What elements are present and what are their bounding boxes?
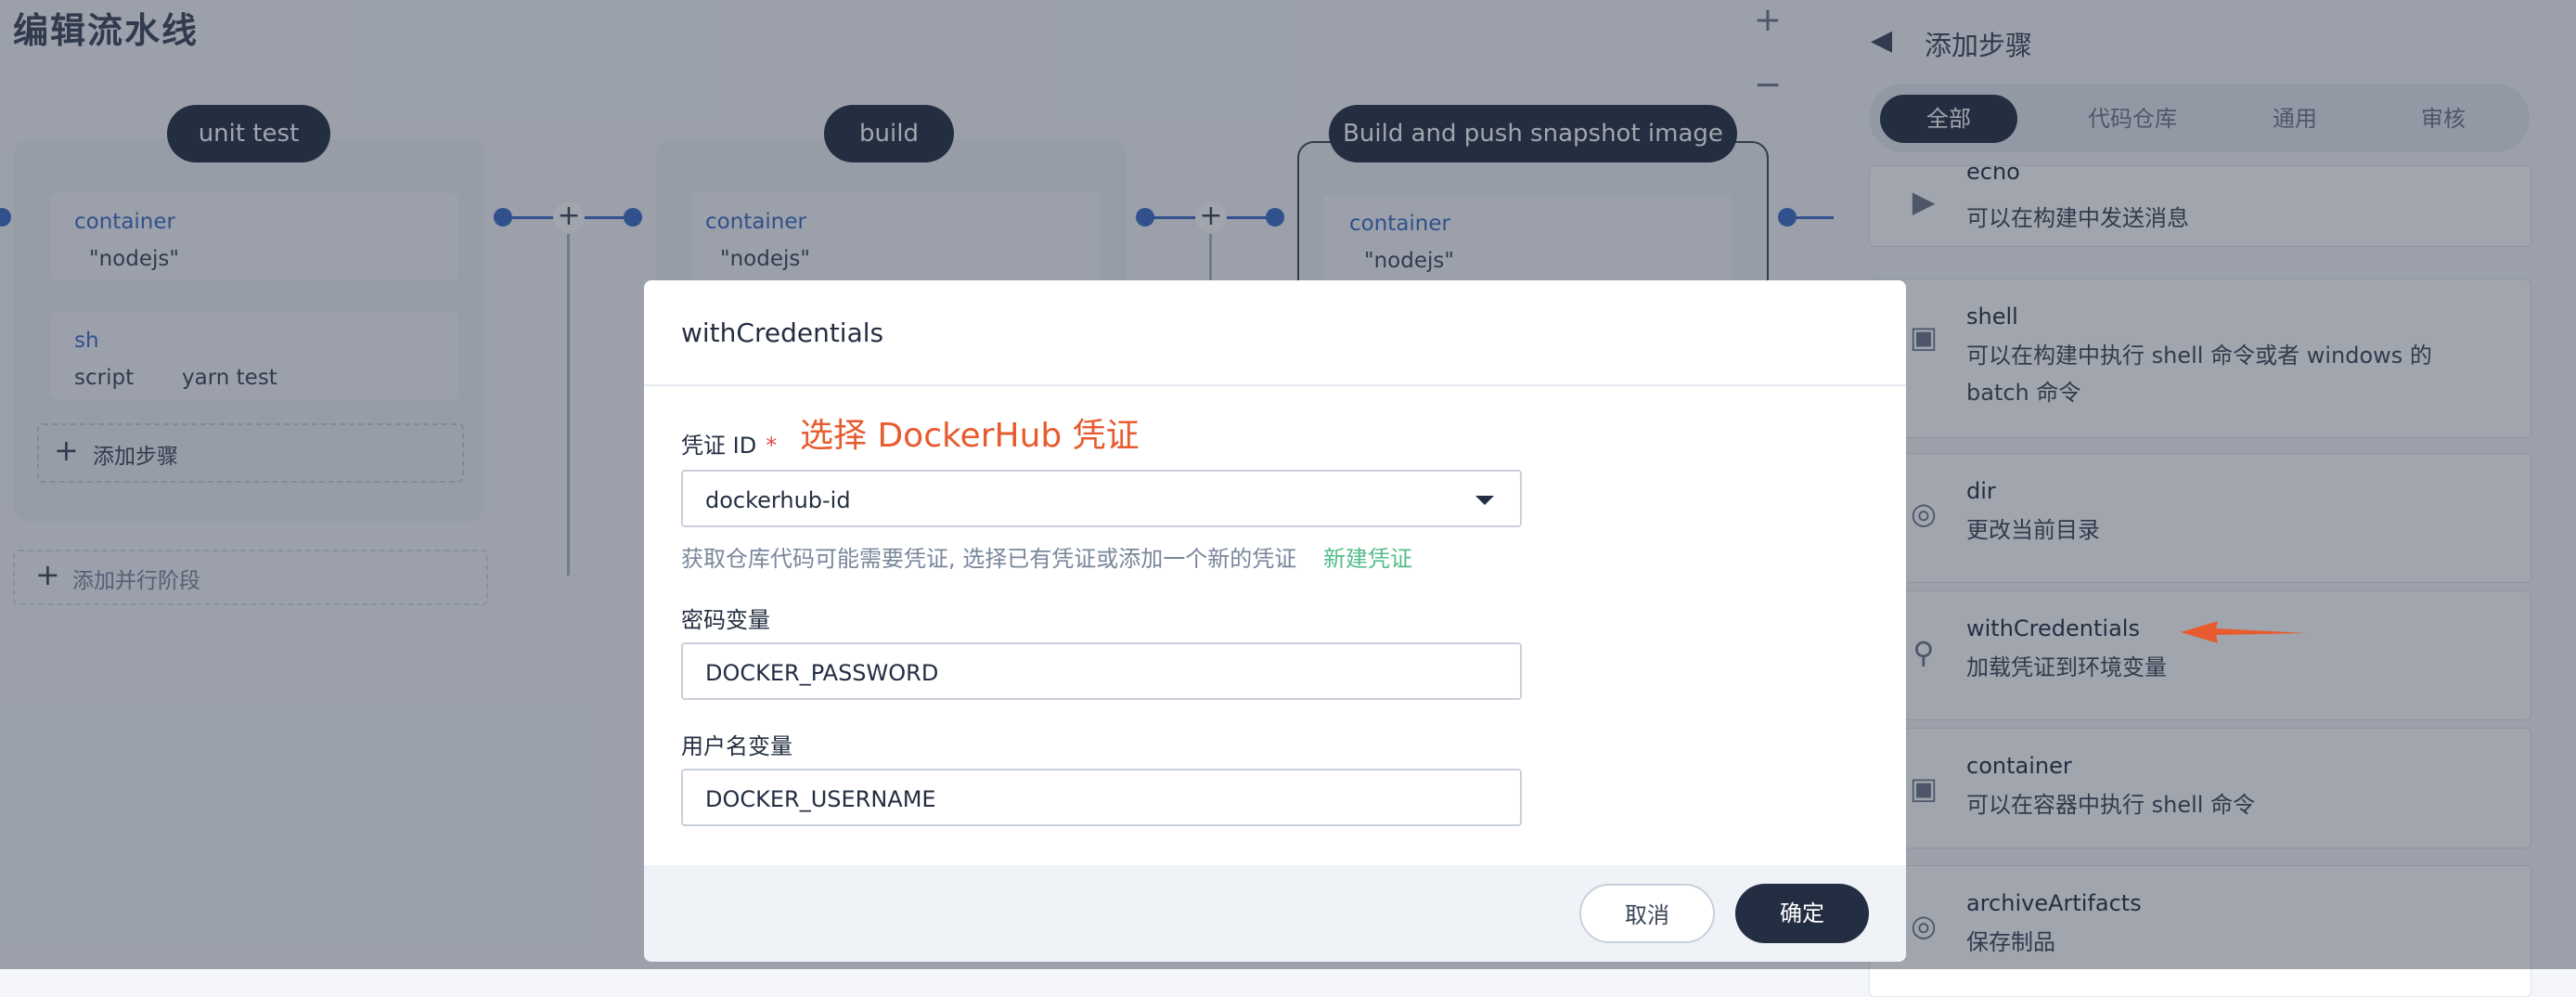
username-variable-input[interactable]: DOCKER_USERNAME [681,769,1522,826]
annotation-text: 选择 DockerHub 凭证 [800,417,1140,455]
with-credentials-dialog: withCredentials 凭证 ID * 选择 DockerHub 凭证 d… [644,280,1906,962]
chevron-down-icon [1475,496,1494,505]
confirm-button[interactable]: 确定 [1735,884,1869,943]
modal-title: withCredentials [681,317,884,348]
credential-id-select[interactable]: dockerhub-id [681,470,1522,527]
modal-footer: 取消 确定 [644,865,1906,962]
required-mark: * [766,433,778,459]
divider [644,384,1906,386]
password-variable-input[interactable]: DOCKER_PASSWORD [681,642,1522,700]
new-credential-link[interactable]: 新建凭证 [1323,540,1412,573]
credential-id-label: 凭证 ID * [681,427,777,460]
cancel-button[interactable]: 取消 [1579,884,1715,943]
credential-hint: 获取仓库代码可能需要凭证, 选择已有凭证或添加一个新的凭证 [681,546,1297,572]
password-variable-label: 密码变量 [681,607,770,633]
annotation-arrow-icon [2181,621,2306,643]
credential-id-value: dockerhub-id [705,487,851,513]
username-variable-label: 用户名变量 [681,733,792,759]
credential-id-label-text: 凭证 ID [681,433,757,459]
